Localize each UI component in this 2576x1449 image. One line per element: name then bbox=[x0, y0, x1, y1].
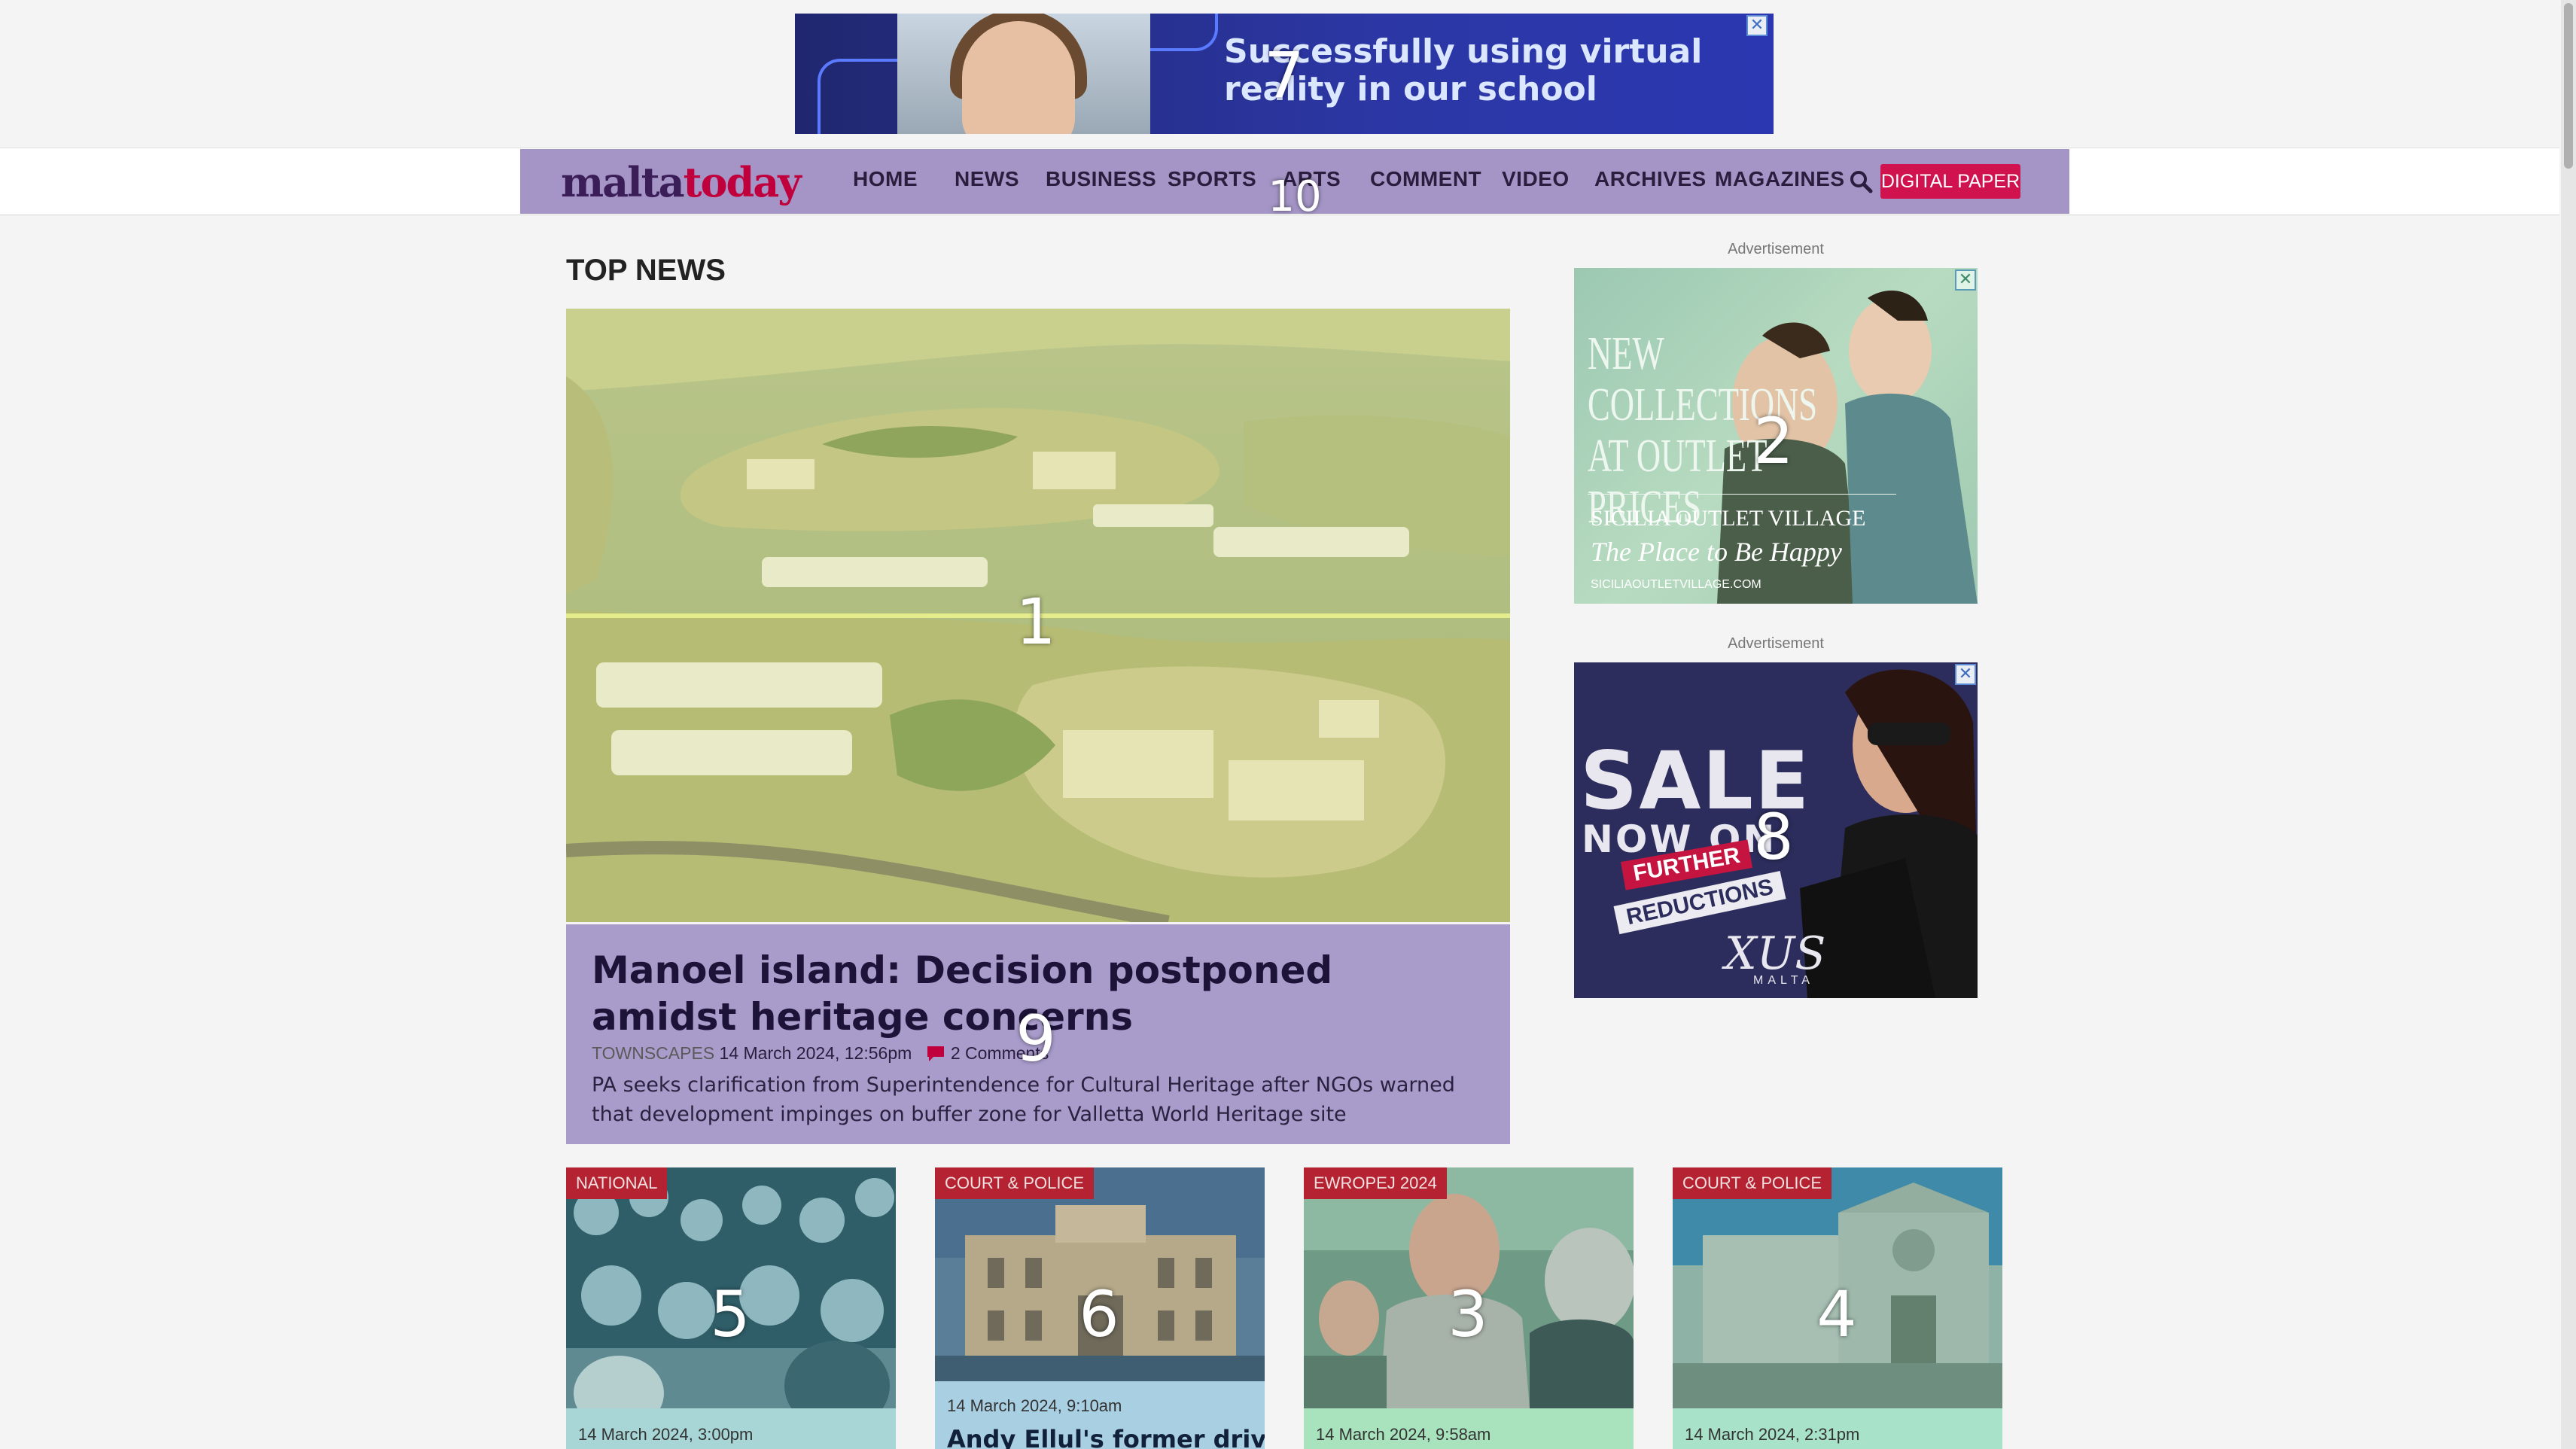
ad-close-icon[interactable]: ✕ bbox=[1955, 269, 1976, 291]
card-image bbox=[566, 1167, 896, 1408]
hero-description: PA seeks clarification from Superintende… bbox=[592, 1073, 1455, 1126]
ad-photo bbox=[897, 14, 1150, 134]
ad-sale: SALE bbox=[1580, 735, 1811, 827]
card-date: 14 March 2024, 3:00pm bbox=[578, 1425, 754, 1444]
top-ad-text: Successfully using virtual reality in ou… bbox=[1224, 32, 1703, 108]
ad-tagline: The Place to Be Happy bbox=[1591, 537, 1842, 567]
hero-caption: Manoel island: Decision postponed amidst… bbox=[566, 924, 1510, 1144]
ad-headline: COLLECTIONS bbox=[1588, 379, 1818, 431]
card-image bbox=[935, 1167, 1265, 1381]
card-info: 14 March 2024, 9:58am bbox=[1304, 1408, 1634, 1449]
nav-news[interactable]: NEWS bbox=[955, 167, 1019, 191]
card-date: 14 March 2024, 9:58am bbox=[1316, 1425, 1491, 1444]
ad-close-icon[interactable]: ✕ bbox=[1955, 664, 1976, 685]
nav-video[interactable]: VIDEO bbox=[1502, 167, 1570, 191]
ad-brand: SICILIA OUTLET VILLAGE bbox=[1591, 506, 1866, 531]
scrollbar-thumb[interactable] bbox=[2564, 3, 2573, 169]
nav-sports[interactable]: SPORTS bbox=[1168, 167, 1256, 191]
nav-business[interactable]: BUSINESS bbox=[1046, 167, 1156, 191]
comment-icon bbox=[927, 1046, 945, 1061]
digital-paper-button[interactable]: DIGITAL PAPER bbox=[1880, 164, 2020, 199]
news-card[interactable]: COURT & POLICE 14 March 2024, 2:31pm bbox=[1673, 1167, 2002, 1449]
ad-url: SICILIAOUTLETVILLAGE.COM bbox=[1591, 578, 1761, 591]
hero-category[interactable]: TOWNSCAPES bbox=[592, 1043, 714, 1063]
card-date: 14 March 2024, 9:10am bbox=[947, 1396, 1122, 1415]
card-info: 14 March 2024, 9:10am Andy Ellul's forme… bbox=[935, 1381, 1265, 1449]
site-logo[interactable]: maltatoday bbox=[561, 158, 802, 206]
ad-label: Advertisement bbox=[1728, 241, 1824, 257]
news-card[interactable]: NATIONAL 14 March 2024, 3:00pm bbox=[566, 1167, 896, 1449]
card-tag[interactable]: NATIONAL bbox=[566, 1167, 668, 1199]
search-icon[interactable] bbox=[1848, 169, 1874, 194]
ad-decoration bbox=[818, 59, 908, 134]
card-image bbox=[1304, 1167, 1634, 1408]
scrollbar-track[interactable] bbox=[2561, 0, 2576, 1449]
card-title[interactable]: Andy Ellul's former driver bbox=[947, 1425, 1265, 1449]
hero-comments[interactable]: 2 Comments bbox=[951, 1043, 1049, 1063]
main-nav: maltatoday HOME NEWS BUSINESS SPORTS ART… bbox=[520, 149, 2069, 214]
ad-label: Advertisement bbox=[1728, 635, 1824, 652]
hero-date: 14 March 2024, 12:56pm bbox=[719, 1043, 912, 1063]
hero-title[interactable]: Manoel island: Decision postponed amidst… bbox=[592, 947, 1465, 1040]
side-ad-sale[interactable]: SALE NOW ON FURTHER REDUCTIONS XUS MALTA… bbox=[1574, 662, 1978, 998]
card-info: 14 March 2024, 3:00pm bbox=[566, 1408, 896, 1449]
card-tag[interactable]: COURT & POLICE bbox=[935, 1167, 1095, 1199]
card-image bbox=[1673, 1167, 2002, 1408]
news-card[interactable]: COURT & POLICE 14 March 2024, 9:10am And… bbox=[935, 1167, 1265, 1449]
nav-home[interactable]: HOME bbox=[853, 167, 918, 191]
ad-decoration bbox=[1150, 14, 1218, 51]
top-banner-ad[interactable]: Successfully using virtual reality in ou… bbox=[795, 14, 1774, 134]
card-tag[interactable]: COURT & POLICE bbox=[1673, 1167, 1832, 1199]
hero-meta: TOWNSCAPES 14 March 2024, 12:56pm 2 Comm… bbox=[592, 1043, 1049, 1064]
nav-archives[interactable]: ARCHIVES bbox=[1594, 167, 1707, 191]
nav-comment[interactable]: COMMENT bbox=[1370, 167, 1481, 191]
nav-magazines[interactable]: MAGAZINES bbox=[1715, 167, 1845, 191]
hero-image[interactable] bbox=[566, 309, 1510, 922]
ad-brand: XUS bbox=[1725, 927, 1826, 980]
card-tag[interactable]: EWROPEJ 2024 bbox=[1304, 1167, 1447, 1199]
ad-brand-sub: MALTA bbox=[1753, 974, 1814, 987]
side-ad-outlet[interactable]: NEW COLLECTIONS AT OUTLET PRICES SICILIA… bbox=[1574, 268, 1978, 604]
card-info: 14 March 2024, 2:31pm bbox=[1673, 1408, 2002, 1449]
section-title: TOP NEWS bbox=[566, 254, 726, 287]
ad-close-icon[interactable]: ✕ bbox=[1746, 15, 1768, 36]
nav-arts[interactable]: ARTS bbox=[1282, 167, 1341, 191]
ad-headline: NEW bbox=[1588, 328, 1664, 379]
card-date: 14 March 2024, 2:31pm bbox=[1685, 1425, 1860, 1444]
news-card[interactable]: EWROPEJ 2024 14 March 2024, 9:58am bbox=[1304, 1167, 1634, 1449]
